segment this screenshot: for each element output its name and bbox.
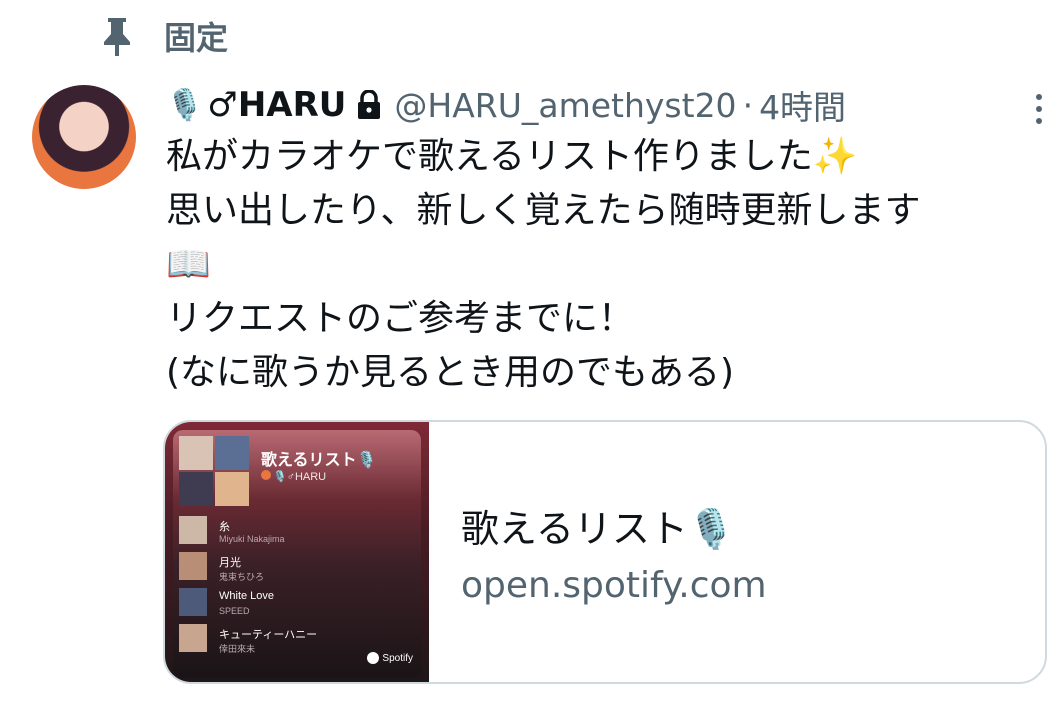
- track-name: White Love: [219, 590, 275, 602]
- playlist-owner: 🎙️♂HARU: [273, 471, 327, 483]
- tweet-header: 🎙️ ♂HARU @HARU_amethyst20 · 4時間: [166, 82, 1046, 128]
- tweet-text-line: 📖: [166, 244, 211, 285]
- track-name: 月光: [219, 557, 241, 569]
- display-name[interactable]: ♂HARU: [207, 85, 346, 125]
- card-title[interactable]: 歌えるリスト🎙️: [461, 498, 1045, 553]
- track-row: White Love SPEED: [179, 588, 415, 618]
- spotify-icon: [367, 652, 380, 664]
- track-name: キューティーハニー: [219, 629, 318, 641]
- track-artist: 鬼束ちひろ: [219, 572, 265, 582]
- owner-avatar: [261, 470, 271, 480]
- avatar[interactable]: [32, 85, 136, 189]
- spotify-logo: Spotify: [367, 652, 413, 664]
- timestamp[interactable]: 4時間: [759, 81, 846, 129]
- playlist-cover: [179, 436, 249, 506]
- track-art: [179, 624, 207, 652]
- track-artist: Miyuki Nakajima: [219, 534, 285, 544]
- track-artist: SPEED: [219, 606, 250, 616]
- track-row: 月光 鬼束ちひろ: [179, 552, 415, 582]
- pin-icon: [104, 18, 130, 56]
- link-card[interactable]: 歌えるリスト🎙️ 🎙️♂HARU 糸 Miyuki Nakajima 月光 鬼束…: [163, 420, 1047, 684]
- track-name: 糸: [219, 521, 230, 533]
- card-info[interactable]: 歌えるリスト🎙️ open.spotify.com: [429, 422, 1045, 682]
- tweet-text: 私がカラオケで歌えるリスト作りました✨ 思い出したり、新しく覚えたら随時更新しま…: [166, 130, 1046, 400]
- track-row: キューティーハニー 倖田來未: [179, 624, 415, 654]
- tweet-text-line: (なに歌うか見るとき用のでもある): [166, 352, 735, 393]
- pinned-indicator: 固定: [100, 14, 228, 58]
- playlist-title: 歌えるリスト🎙️: [261, 452, 377, 469]
- track-row: 糸 Miyuki Nakajima: [179, 516, 415, 546]
- microphone-emoji: 🎙️: [166, 87, 204, 123]
- user-handle[interactable]: @HARU_amethyst20: [394, 86, 736, 125]
- track-art: [179, 516, 207, 544]
- tweet-text-line: 思い出したり、新しく覚えたら随時更新します: [166, 190, 921, 231]
- more-icon[interactable]: [1032, 92, 1046, 126]
- tweet[interactable]: 🎙️ ♂HARU @HARU_amethyst20 · 4時間 私がカラオケで歌…: [166, 82, 1046, 400]
- track-art: [179, 588, 207, 616]
- card-domain[interactable]: open.spotify.com: [461, 565, 1045, 606]
- track-artist: 倖田來未: [219, 644, 256, 654]
- lock-icon: [358, 90, 381, 119]
- separator-dot: ·: [742, 85, 754, 125]
- track-art: [179, 552, 207, 580]
- pinned-label: 固定: [164, 19, 229, 57]
- spotify-wordmark: Spotify: [382, 652, 413, 664]
- playlist-preview: 歌えるリスト🎙️ 🎙️♂HARU 糸 Miyuki Nakajima 月光 鬼束…: [173, 430, 421, 678]
- tweet-text-line: リクエストのご参考までに！: [166, 298, 635, 339]
- card-thumbnail: 歌えるリスト🎙️ 🎙️♂HARU 糸 Miyuki Nakajima 月光 鬼束…: [165, 422, 429, 682]
- tweet-text-line: 私がカラオケで歌えるリスト作りました✨: [166, 136, 858, 177]
